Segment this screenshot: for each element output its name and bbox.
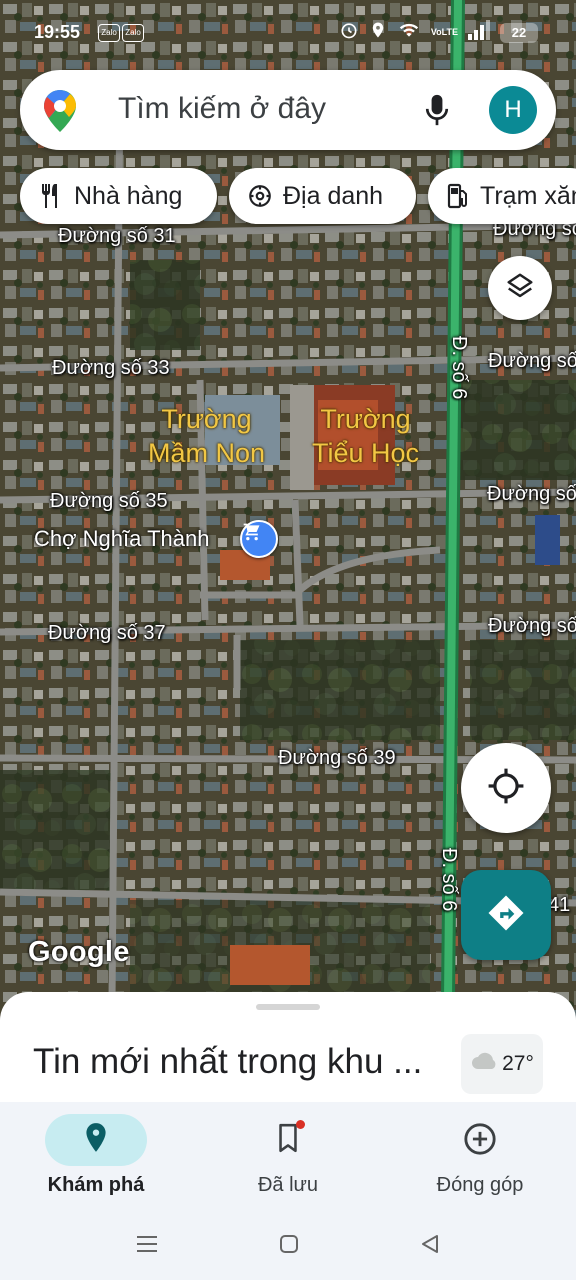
recent-apps-button[interactable] [135,1232,159,1261]
add-circle-icon [463,1122,497,1161]
status-bar: 19:55 Zalo Zalo VoLTE 22 [0,0,576,64]
notification-dot [296,1120,305,1129]
directions-button[interactable] [461,870,551,960]
signal-icon [468,20,490,45]
chip-restaurants[interactable]: Nhà hàng [20,168,217,224]
street-label: Đường số 39 [278,747,396,769]
gas-station-icon [446,182,470,210]
restaurant-icon [38,182,64,210]
street-label: 41 [548,894,571,916]
menu-lines-icon [135,1236,159,1260]
directions-icon [486,893,526,938]
volte-label: VoLTE [430,27,458,37]
street-label: Đường số 35 [50,490,168,512]
cloud-icon [470,1051,498,1077]
battery-indicator: 22 [500,22,538,43]
market-label[interactable]: Chợ Nghĩa Thành [34,526,209,552]
back-triangle-icon [418,1235,442,1260]
chip-label: Địa danh [283,181,384,210]
alarm-icon [339,20,359,45]
location-icon [369,20,387,45]
crosshair-location-icon [487,767,525,810]
explore-pin-icon [83,1122,109,1159]
street-label: Đường số [488,350,576,372]
drag-handle[interactable] [256,1004,320,1010]
bottom-sheet[interactable]: Tin mới nhất trong khu ... 27° [0,992,576,1112]
nav-contribute[interactable]: Đóng góp [384,1102,576,1214]
weather-temperature: 27° [502,1052,534,1075]
nav-saved[interactable]: Đã lưu [192,1102,384,1214]
bookmark-icon [275,1120,305,1159]
nav-explore[interactable]: Khám phá [0,1102,192,1214]
square-home-icon [277,1235,301,1260]
google-logo: Google [28,936,130,968]
poi-label-kindergarten[interactable]: Trường Mầm Non [148,402,265,470]
zalo-notification-icon: Zalo [122,24,144,42]
weather-badge[interactable]: 27° [461,1034,543,1094]
street-label: Đường số [488,615,576,637]
bottom-navigation: Khám phá Đã lưu Đóng góp [0,1102,576,1214]
chip-label: Nhà hàng [74,181,183,210]
search-bar[interactable]: Tìm kiếm ở đây H [20,70,556,150]
landmark-icon [247,182,273,210]
layers-button[interactable] [488,256,552,320]
street-label: Đường số 31 [58,225,176,247]
poi-label-primary-school[interactable]: Trường Tiểu Học [312,402,419,470]
nav-label: Đã lưu [257,1174,319,1196]
wifi-icon [397,20,421,45]
street-label: Đường số 33 [52,357,170,379]
shopping-cart-icon[interactable] [240,520,278,558]
highway-label: Đ. số 6 [438,848,460,912]
avatar[interactable]: H [489,86,537,134]
street-label: Đường số 37 [48,622,166,644]
zalo-notification-icon: Zalo [98,24,120,42]
chip-landmarks[interactable]: Địa danh [229,168,416,224]
google-maps-pin-icon [42,88,78,139]
search-input[interactable]: Tìm kiếm ở đây [118,92,326,126]
home-button[interactable] [277,1232,301,1261]
highway-label: Đ. số 6 [448,336,470,400]
chip-label: Trạm xăng [480,181,576,210]
street-label: Đường số [487,483,576,505]
status-time: 19:55 [34,22,81,42]
back-button[interactable] [418,1232,442,1261]
nav-label: Đóng góp [436,1174,524,1196]
layers-icon [505,271,535,306]
nav-label: Khám phá [47,1174,145,1196]
my-location-button[interactable] [461,743,551,833]
system-navigation-bar [0,1214,576,1280]
chip-gas-stations[interactable]: Trạm xăng [428,168,576,224]
microphone-icon[interactable] [424,92,450,133]
sheet-title[interactable]: Tin mới nhất trong khu ... [33,1042,422,1082]
